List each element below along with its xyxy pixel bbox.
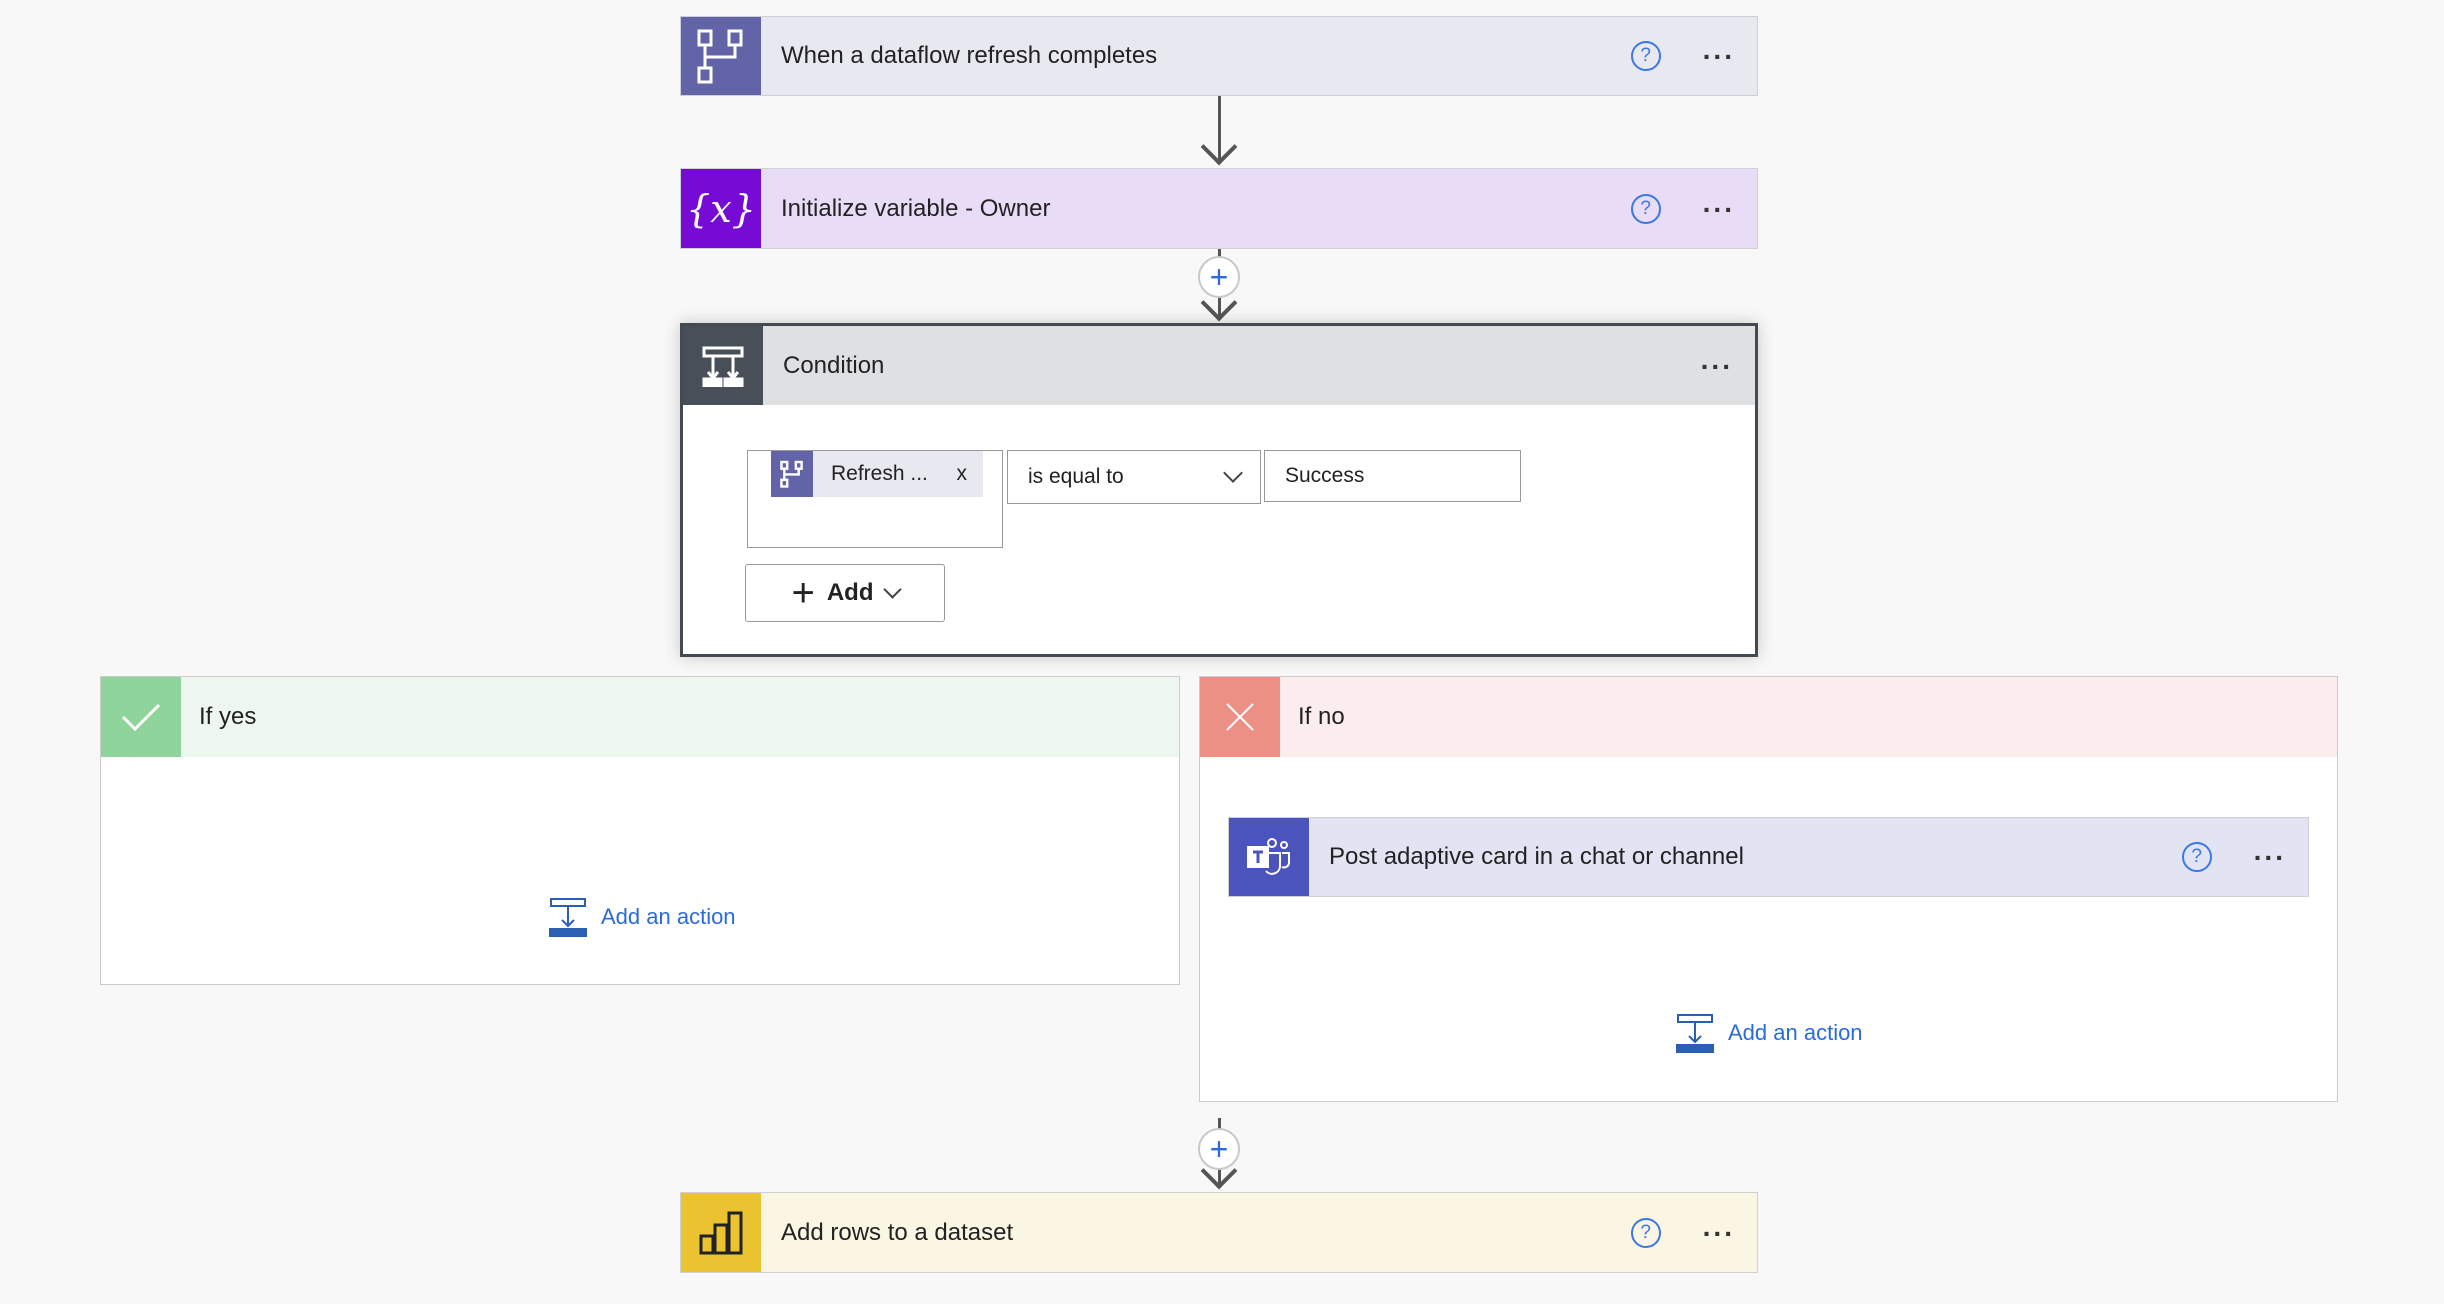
help-icon[interactable]: ? xyxy=(1630,41,1661,71)
condition-card: Condition ... Refresh ... x is equal to … xyxy=(680,323,1758,657)
insert-step-button[interactable]: + xyxy=(1198,256,1240,298)
step-title: Post adaptive card in a chat or channel xyxy=(1329,843,1744,870)
condition-value-input[interactable]: Success xyxy=(1264,450,1521,502)
value-text: Success xyxy=(1285,464,1365,487)
step-title: Condition xyxy=(783,351,885,379)
more-options-button[interactable]: ... xyxy=(1703,36,1735,64)
dynamic-content-token[interactable]: Refresh ... x xyxy=(771,451,983,497)
chevron-down-icon xyxy=(1223,463,1243,483)
help-icon[interactable]: ? xyxy=(1630,193,1661,224)
help-icon[interactable]: ? xyxy=(1630,1217,1661,1248)
teams-icon xyxy=(1229,818,1309,896)
add-action-icon xyxy=(549,898,587,937)
more-options-button[interactable]: ... xyxy=(1701,345,1733,373)
initialize-variable-card[interactable]: {x} Initialize variable - Owner ? ... xyxy=(680,168,1758,249)
step-title: When a dataflow refresh completes xyxy=(781,42,1158,69)
add-action-icon xyxy=(1676,1014,1714,1053)
power-bi-icon xyxy=(681,1193,761,1272)
add-action-button[interactable]: Add an action xyxy=(549,897,736,937)
add-label: Add xyxy=(826,579,874,606)
help-icon[interactable]: ? xyxy=(2181,842,2212,872)
branch-title: If yes xyxy=(199,703,257,730)
remove-token-button[interactable]: x xyxy=(957,462,968,486)
trigger-card[interactable]: When a dataflow refresh completes ? ... xyxy=(680,16,1758,96)
step-title: Add rows to a dataset xyxy=(781,1218,1014,1246)
if-yes-branch: If yes Add an action xyxy=(100,676,1180,985)
step-title: Initialize variable - Owner xyxy=(781,194,1051,222)
dataflow-icon xyxy=(681,17,761,95)
if-no-branch: If no Post adaptive card in a chat or ch… xyxy=(1199,676,2338,1102)
more-options-button[interactable]: ... xyxy=(2254,837,2286,865)
add-rows-card[interactable]: Add rows to a dataset ? ... xyxy=(680,1192,1758,1273)
add-action-label: Add an action xyxy=(1728,1020,1863,1045)
operator-dropdown[interactable]: is equal to xyxy=(1007,450,1261,504)
post-adaptive-card-step[interactable]: Post adaptive card in a chat or channel … xyxy=(1228,817,2309,897)
branch-title: If no xyxy=(1298,703,1345,730)
condition-icon xyxy=(683,326,763,405)
token-label: Refresh ... xyxy=(831,462,928,485)
add-action-label: Add an action xyxy=(601,904,736,929)
more-options-button[interactable]: ... xyxy=(1703,1212,1735,1240)
insert-step-button[interactable]: + xyxy=(1198,1128,1240,1170)
add-condition-button[interactable]: + Add xyxy=(745,564,945,622)
more-options-button[interactable]: ... xyxy=(1703,188,1735,216)
dataflow-icon xyxy=(771,451,813,497)
plus-icon: + xyxy=(791,570,815,615)
chevron-down-icon xyxy=(882,579,902,599)
check-icon xyxy=(101,677,181,757)
add-action-button[interactable]: Add an action xyxy=(1676,1013,1863,1053)
variable-icon: {x} xyxy=(681,169,761,248)
close-icon xyxy=(1200,677,1280,757)
operator-value: is equal to xyxy=(1028,465,1124,488)
